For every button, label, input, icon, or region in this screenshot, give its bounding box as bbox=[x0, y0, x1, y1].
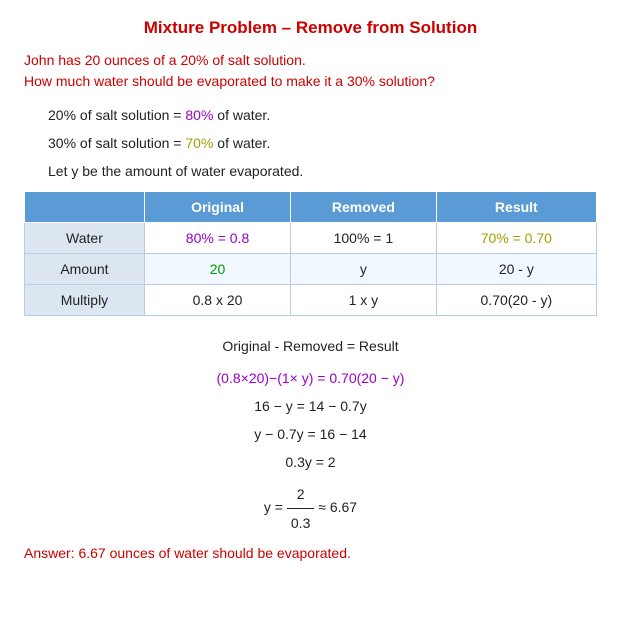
col-header-removed: Removed bbox=[291, 191, 437, 222]
fraction-numerator: 2 bbox=[287, 480, 314, 509]
row-label-multiply: Multiply bbox=[25, 284, 145, 315]
equation-2: y − 0.7y = 16 − 14 bbox=[24, 420, 597, 448]
row-label-water: Water bbox=[25, 222, 145, 253]
problem-text: John has 20 ounces of a 20% of salt solu… bbox=[24, 50, 597, 92]
fraction-denominator: 0.3 bbox=[287, 509, 314, 537]
col-header-empty bbox=[25, 191, 145, 222]
cell-multiply-result: 0.70(20 - y) bbox=[436, 284, 596, 315]
info-line1: 20% of salt solution = 80% of water. bbox=[48, 104, 597, 126]
let-text: Let y be the amount of water evaporated. bbox=[48, 163, 597, 179]
cell-multiply-original: 0.8 x 20 bbox=[144, 284, 290, 315]
fraction-eq-label: y = bbox=[264, 499, 283, 515]
title: Mixture Problem – Remove from Solution bbox=[24, 18, 597, 38]
mixture-table: Original Removed Result Water 80% = 0.8 … bbox=[24, 191, 597, 316]
equation-1: 16 − y = 14 − 0.7y bbox=[24, 392, 597, 420]
table-row: Multiply 0.8 x 20 1 x y 0.70(20 - y) bbox=[25, 284, 597, 315]
cell-amount-removed: y bbox=[291, 253, 437, 284]
cell-amount-result: 20 - y bbox=[436, 253, 596, 284]
equation-3: 0.3y = 2 bbox=[24, 448, 597, 476]
cell-multiply-removed: 1 x y bbox=[291, 284, 437, 315]
equations-block: Original - Removed = Result (0.8×20)−(1×… bbox=[24, 332, 597, 537]
equation-0: (0.8×20)−(1× y) = 0.70(20 − y) bbox=[24, 364, 597, 392]
col-header-original: Original bbox=[144, 191, 290, 222]
fraction: 2 0.3 bbox=[287, 480, 314, 537]
table-row: Amount 20 y 20 - y bbox=[25, 253, 597, 284]
info-line2: 30% of salt solution = 70% of water. bbox=[48, 132, 597, 154]
cell-water-result: 70% = 0.70 bbox=[436, 222, 596, 253]
problem-line1: John has 20 ounces of a 20% of salt solu… bbox=[24, 52, 306, 68]
cell-water-original: 80% = 0.8 bbox=[144, 222, 290, 253]
equation-label: Original - Removed = Result bbox=[24, 332, 597, 360]
cell-water-removed: 100% = 1 bbox=[291, 222, 437, 253]
cell-amount-original: 20 bbox=[144, 253, 290, 284]
equation-fraction: y = 2 0.3 ≈ 6.67 bbox=[24, 480, 597, 537]
row-label-amount: Amount bbox=[25, 253, 145, 284]
problem-line2: How much water should be evaporated to m… bbox=[24, 73, 435, 89]
approx-value: ≈ 6.67 bbox=[318, 499, 357, 515]
table-row: Water 80% = 0.8 100% = 1 70% = 0.70 bbox=[25, 222, 597, 253]
col-header-result: Result bbox=[436, 191, 596, 222]
answer-text: Answer: 6.67 ounces of water should be e… bbox=[24, 545, 597, 561]
